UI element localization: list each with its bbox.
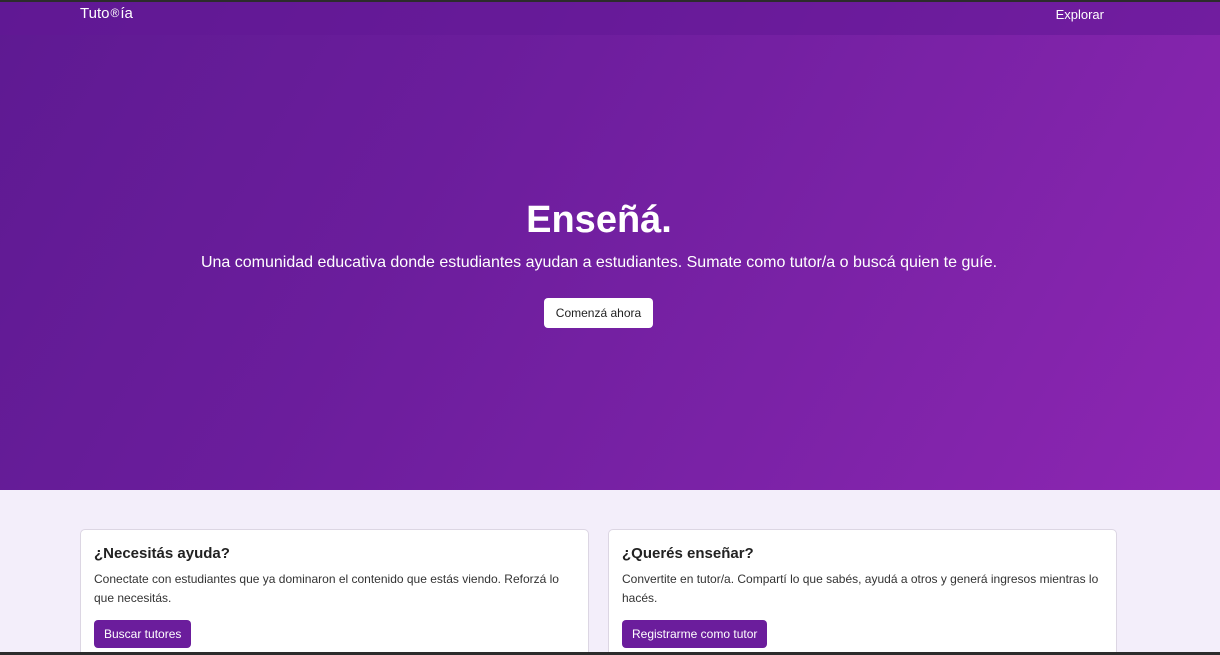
- hero-title: Enseñá.: [526, 199, 672, 241]
- help-card-text: Conectate con estudiantes que ya dominar…: [94, 572, 559, 605]
- brand-prefix: Tuto: [80, 5, 110, 22]
- teach-card: ¿Querés enseñar? Convertite en tutor/a. …: [608, 529, 1117, 655]
- hero-subtitle: Una comunidad educativa donde estudiante…: [200, 254, 998, 271]
- teach-card-text: Convertite en tutor/a. Compartí lo que s…: [622, 572, 1099, 605]
- brand-logo[interactable]: Tuto ® ía: [80, 5, 133, 23]
- navbar: Tuto ® ía Explorar: [0, 2, 1220, 35]
- nav-explore-link[interactable]: Explorar: [1056, 7, 1104, 23]
- help-card: ¿Necesitás ayuda? Conectate con estudian…: [80, 529, 589, 655]
- start-now-button[interactable]: Comenzá ahora: [544, 298, 653, 328]
- hero-section: Tuto ® ía Explorar Enseñá. Una comunidad…: [0, 2, 1220, 490]
- find-tutors-button[interactable]: Buscar tutores: [94, 620, 192, 648]
- brand-suffix: ía: [120, 5, 133, 22]
- teach-card-title: ¿Querés enseñar?: [622, 545, 754, 562]
- help-card-title: ¿Necesitás ayuda?: [94, 545, 230, 562]
- registered-icon: ®: [110, 6, 120, 20]
- register-as-tutor-button[interactable]: Registrarme como tutor: [622, 620, 768, 648]
- landing-page: Tuto ® ía Explorar Enseñá. Una comunidad…: [0, 0, 1220, 655]
